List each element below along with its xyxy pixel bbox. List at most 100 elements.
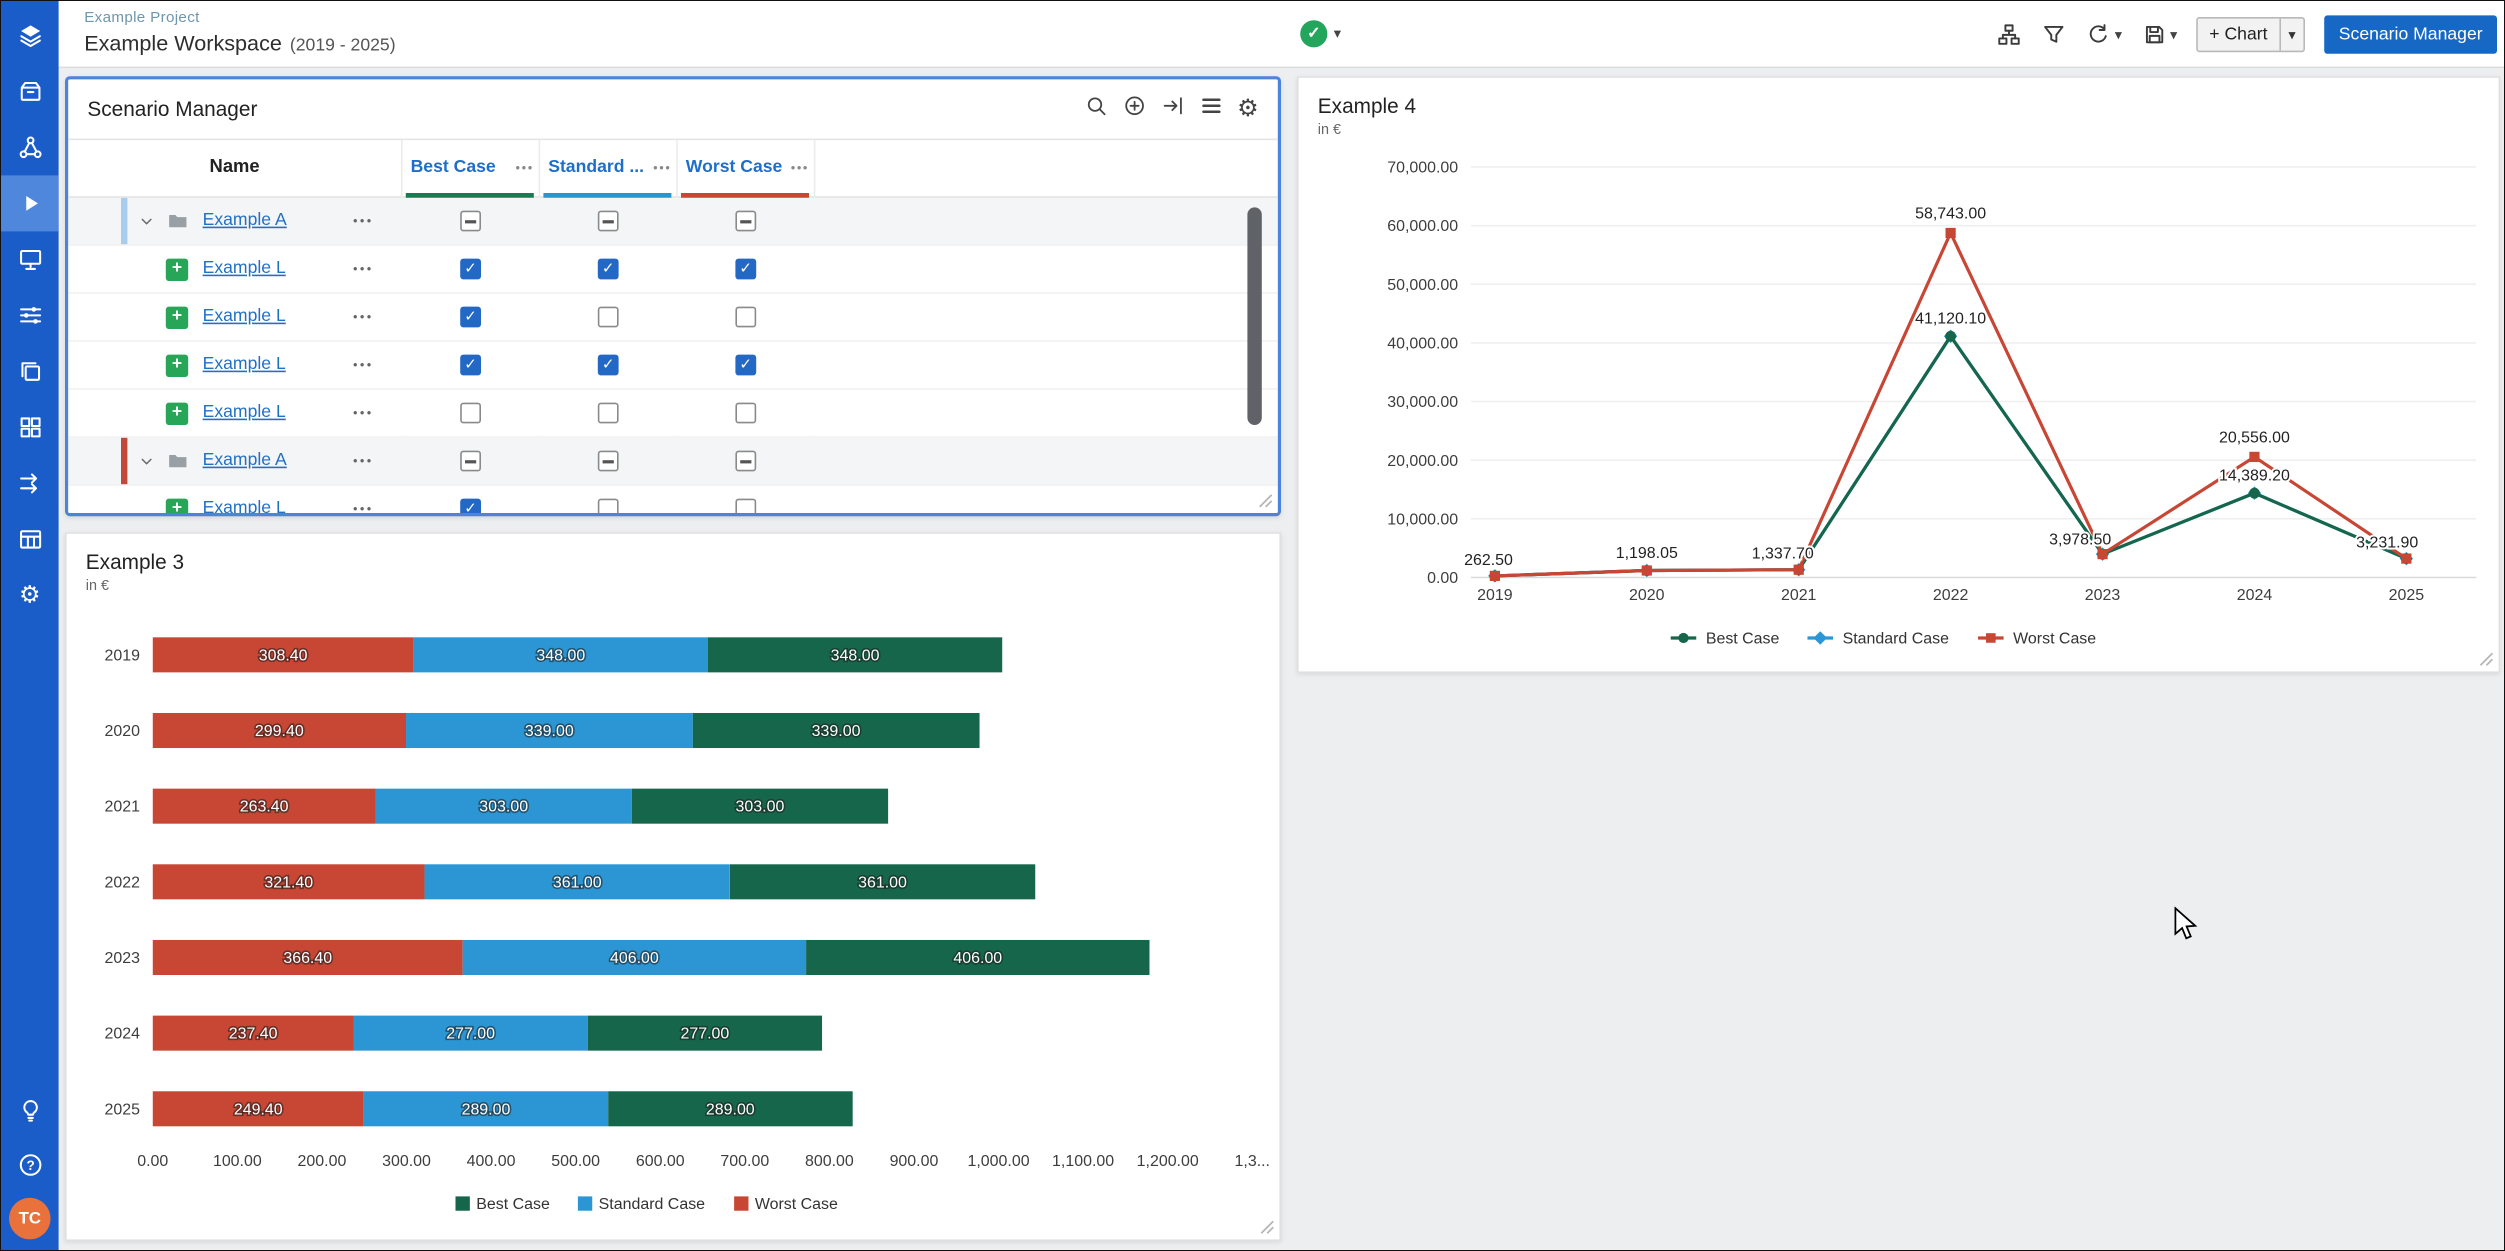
toolbar: ▾ ▾ + Chart▾ Scenario Manager	[1996, 1, 2497, 68]
checkbox[interactable]	[598, 211, 619, 232]
column-label[interactable]: Best Case	[411, 158, 496, 177]
resize-handle[interactable]	[1259, 1219, 1275, 1235]
checkbox[interactable]	[460, 451, 481, 472]
column-best-case[interactable]: Best Case •••	[403, 140, 539, 198]
scenario-manager-button[interactable]: Scenario Manager	[2324, 15, 2497, 53]
svg-text:262.50: 262.50	[1464, 552, 1513, 569]
row-link[interactable]: Example A	[203, 451, 287, 470]
sidebar-item-sliders[interactable]	[1, 287, 59, 343]
column-worst-case[interactable]: Worst Case •••	[678, 140, 814, 198]
column-menu-button[interactable]: •••	[791, 161, 809, 175]
column-menu-button[interactable]: •••	[516, 161, 534, 175]
resize-handle[interactable]	[2478, 651, 2494, 667]
checkbox[interactable]	[735, 403, 756, 424]
svg-text:406.00: 406.00	[610, 950, 659, 967]
resize-handle[interactable]	[1257, 492, 1273, 508]
table-row[interactable]: Example A •••	[68, 438, 1278, 486]
line-chart[interactable]: 0.0010,000.0020,000.0030,000.0040,000.00…	[1299, 78, 2499, 672]
checkbox[interactable]	[735, 451, 756, 472]
sidebar-item-box[interactable]	[1, 63, 59, 119]
svg-text:249.40: 249.40	[234, 1101, 283, 1118]
checkbox[interactable]	[460, 211, 481, 232]
checkbox[interactable]: ✓	[460, 259, 481, 280]
column-label[interactable]: Worst Case	[686, 158, 783, 177]
column-menu-button[interactable]: •••	[653, 161, 671, 175]
checkbox[interactable]	[735, 211, 756, 232]
row-link[interactable]: Example L	[203, 403, 286, 422]
sidebar-item-layers[interactable]	[1, 7, 59, 63]
gear-icon[interactable]: ⚙	[1237, 95, 1259, 124]
refresh-button[interactable]: ▾	[2086, 22, 2122, 48]
checkbox[interactable]	[598, 403, 619, 424]
row-menu-button[interactable]: •••	[353, 310, 374, 324]
row-menu-button[interactable]: •••	[353, 454, 374, 468]
table-row[interactable]: + Example L ••• ✓	[68, 486, 1278, 513]
checkbox[interactable]	[735, 307, 756, 328]
sidebar-item-table[interactable]	[1, 511, 59, 567]
search-icon[interactable]	[1083, 93, 1107, 125]
row-menu-button[interactable]: •••	[353, 406, 374, 420]
svg-text:50,000.00: 50,000.00	[1387, 277, 1458, 294]
checkbox[interactable]: ✓	[460, 499, 481, 513]
sidebar-item-bulb[interactable]	[1, 1089, 59, 1131]
checkbox[interactable]	[598, 307, 619, 328]
row-link[interactable]: Example L	[203, 259, 286, 278]
import-icon[interactable]	[1160, 93, 1184, 125]
sidebar-item-presentation[interactable]	[1, 231, 59, 287]
status-dropdown[interactable]: ✓ ▾	[1300, 20, 1341, 47]
scrollbar[interactable]	[1247, 207, 1261, 425]
row-link[interactable]: Example L	[203, 307, 286, 326]
add-scenario-icon[interactable]	[1122, 93, 1146, 125]
sidebar-item-gear[interactable]: ⚙	[1, 567, 59, 623]
plus-square-icon: +	[166, 499, 188, 513]
checkbox[interactable]	[598, 451, 619, 472]
table-row[interactable]: +Example L•••	[68, 390, 1278, 438]
row-menu-button[interactable]: •••	[353, 358, 374, 372]
sidebar-item-arrows[interactable]	[1, 455, 59, 511]
checkbox[interactable]: ✓	[460, 355, 481, 376]
row-link[interactable]: Example A	[203, 211, 287, 230]
chart-title: Example 4	[1318, 94, 1416, 118]
bar-chart[interactable]: 0.00100.00200.00300.00400.00500.00600.00…	[67, 534, 1280, 1240]
checkbox[interactable]	[460, 403, 481, 424]
svg-text:2021: 2021	[1781, 587, 1817, 604]
column-label[interactable]: Standard ...	[548, 158, 644, 177]
svg-text:30,000.00: 30,000.00	[1387, 394, 1458, 411]
layers-icon	[16, 22, 43, 49]
checkbox[interactable]	[735, 499, 756, 513]
avatar[interactable]: TC	[9, 1198, 51, 1240]
sidebar-item-copy[interactable]	[1, 343, 59, 399]
row-menu-button[interactable]: •••	[353, 502, 374, 513]
column-standard[interactable]: Standard ... •••	[540, 140, 676, 198]
row-menu-button[interactable]: •••	[353, 214, 374, 228]
row-link[interactable]: Example L	[203, 355, 286, 374]
sidebar-item-help[interactable]: ?	[1, 1143, 59, 1185]
checkbox[interactable]: ✓	[598, 259, 619, 280]
table-row[interactable]: +Example L•••✓✓✓	[68, 246, 1278, 294]
svg-text:100.00: 100.00	[213, 1153, 262, 1170]
table-row[interactable]: +Example L•••✓✓✓	[68, 342, 1278, 390]
list-view-icon[interactable]	[1199, 93, 1223, 125]
filter-button[interactable]	[2041, 22, 2067, 48]
checkbox[interactable]: ✓	[735, 259, 756, 280]
row-link[interactable]: Example L	[203, 499, 286, 513]
column-name[interactable]: Name	[68, 158, 401, 177]
table-row[interactable]: Example A •••	[68, 198, 1278, 246]
sidebar-item-modules[interactable]	[1, 399, 59, 455]
sidebar-item-play[interactable]	[1, 175, 59, 231]
save-button[interactable]: ▾	[2141, 22, 2177, 48]
row-menu-button[interactable]: •••	[353, 262, 374, 276]
sidebar-item-network[interactable]	[1, 119, 59, 175]
checkbox[interactable]: ✓	[460, 307, 481, 328]
chevron-down-icon[interactable]: ▾	[2280, 19, 2303, 51]
table-row[interactable]: +Example L•••✓	[68, 294, 1278, 342]
chevron-down-icon[interactable]	[137, 212, 156, 231]
add-chart-button[interactable]: + Chart▾	[2197, 17, 2306, 52]
checkbox[interactable]	[598, 499, 619, 513]
checkbox[interactable]: ✓	[735, 355, 756, 376]
chevron-down-icon[interactable]	[137, 452, 156, 471]
sitemap-button[interactable]	[1996, 22, 2022, 48]
svg-text:1,3...: 1,3...	[1235, 1153, 1270, 1170]
add-chart-label[interactable]: + Chart	[2198, 19, 2280, 51]
checkbox[interactable]: ✓	[598, 355, 619, 376]
